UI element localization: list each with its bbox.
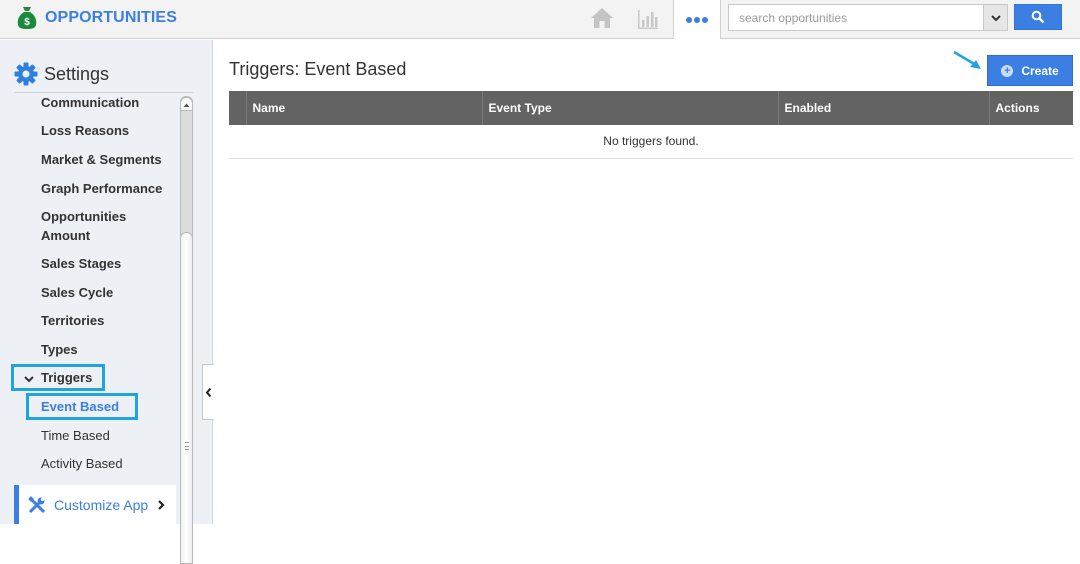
column-header-event-type[interactable]: Event Type [481,91,778,125]
chevron-right-icon [158,499,165,510]
sidebar-item-sales-cycle[interactable]: Sales Cycle [41,283,113,302]
app-brand[interactable]: $ OPPORTUNITIES [17,6,177,30]
more-menu-button[interactable] [673,0,721,39]
sidebar-item-loss-reasons[interactable]: Loss Reasons [41,121,129,140]
sidebar-item-activity-based[interactable]: Activity Based [41,454,123,473]
sidebar-item-territories[interactable]: Territories [41,311,104,330]
search-icon [1031,10,1045,24]
sidebar-item-sales-stages[interactable]: Sales Stages [41,254,121,273]
scroll-up-button[interactable] [180,97,193,111]
sidebar-item-types[interactable]: Types [41,340,78,359]
triggers-table: Name Event Type Enabled Actions No trigg… [229,91,1073,159]
column-header-enabled[interactable]: Enabled [777,91,989,125]
sidebar-item-triggers[interactable]: Triggers [41,368,92,387]
chevron-down-icon [990,14,1001,21]
plus-circle-icon: + [1001,64,1014,77]
empty-message: No triggers found. [229,125,1073,159]
svg-text:$: $ [24,17,30,28]
top-bar: $ OPPORTUNITIES [0,0,1080,39]
sidebar-item-time-based[interactable]: Time Based [41,426,110,445]
search-box [728,4,1008,31]
page-title: Triggers: Event Based [229,59,407,79]
table-row: No triggers found. [229,125,1073,159]
settings-title: Settings [44,63,110,84]
column-header-select [229,91,246,125]
sidebar-item-market-segments[interactable]: Market & Segments [41,150,162,169]
search-input[interactable] [729,5,984,30]
customize-app-label: Customize App [54,496,149,513]
scrollbar-grip-icon [185,442,189,450]
bar-chart-icon[interactable] [637,8,659,30]
scrollbar-thumb[interactable] [180,232,193,564]
settings-header: Settings [14,62,109,86]
settings-sidebar: Settings Communication Loss Reasons Mark… [0,40,213,564]
collapse-sidebar-button[interactable] [202,364,214,420]
money-bag-icon: $ [17,7,37,29]
app-title: OPPORTUNITIES [45,9,177,26]
customize-app-button[interactable]: Customize App [14,485,176,524]
chevron-down-icon [24,376,34,383]
column-header-name[interactable]: Name [245,91,482,125]
triangle-up-icon [183,103,190,107]
sidebar-item-graph-performance[interactable]: Graph Performance [41,179,162,198]
column-header-actions: Actions [988,91,1073,125]
main-content: Triggers: Event Based + Create Name Even… [214,40,1080,524]
create-label: Create [1021,63,1059,78]
sidebar-item-opportunities-amount-line2[interactable]: Amount [41,226,90,245]
home-icon[interactable] [590,7,614,29]
sidebar-item-opportunities-amount[interactable]: Opportunities [41,207,126,226]
sidebar-item-event-based[interactable]: Event Based [41,397,119,416]
chevron-left-icon [205,387,212,397]
search-dropdown-toggle[interactable] [983,5,1007,30]
search-button[interactable] [1014,4,1062,30]
sidebar-item-communication[interactable]: Communication [41,93,139,112]
table-header-row: Name Event Type Enabled Actions [229,91,1073,125]
annotation-arrow-icon [953,50,981,69]
gear-icon [14,62,38,86]
tools-icon [28,495,46,513]
more-dots-icon [686,16,692,23]
create-trigger-button[interactable]: + Create [987,55,1073,86]
